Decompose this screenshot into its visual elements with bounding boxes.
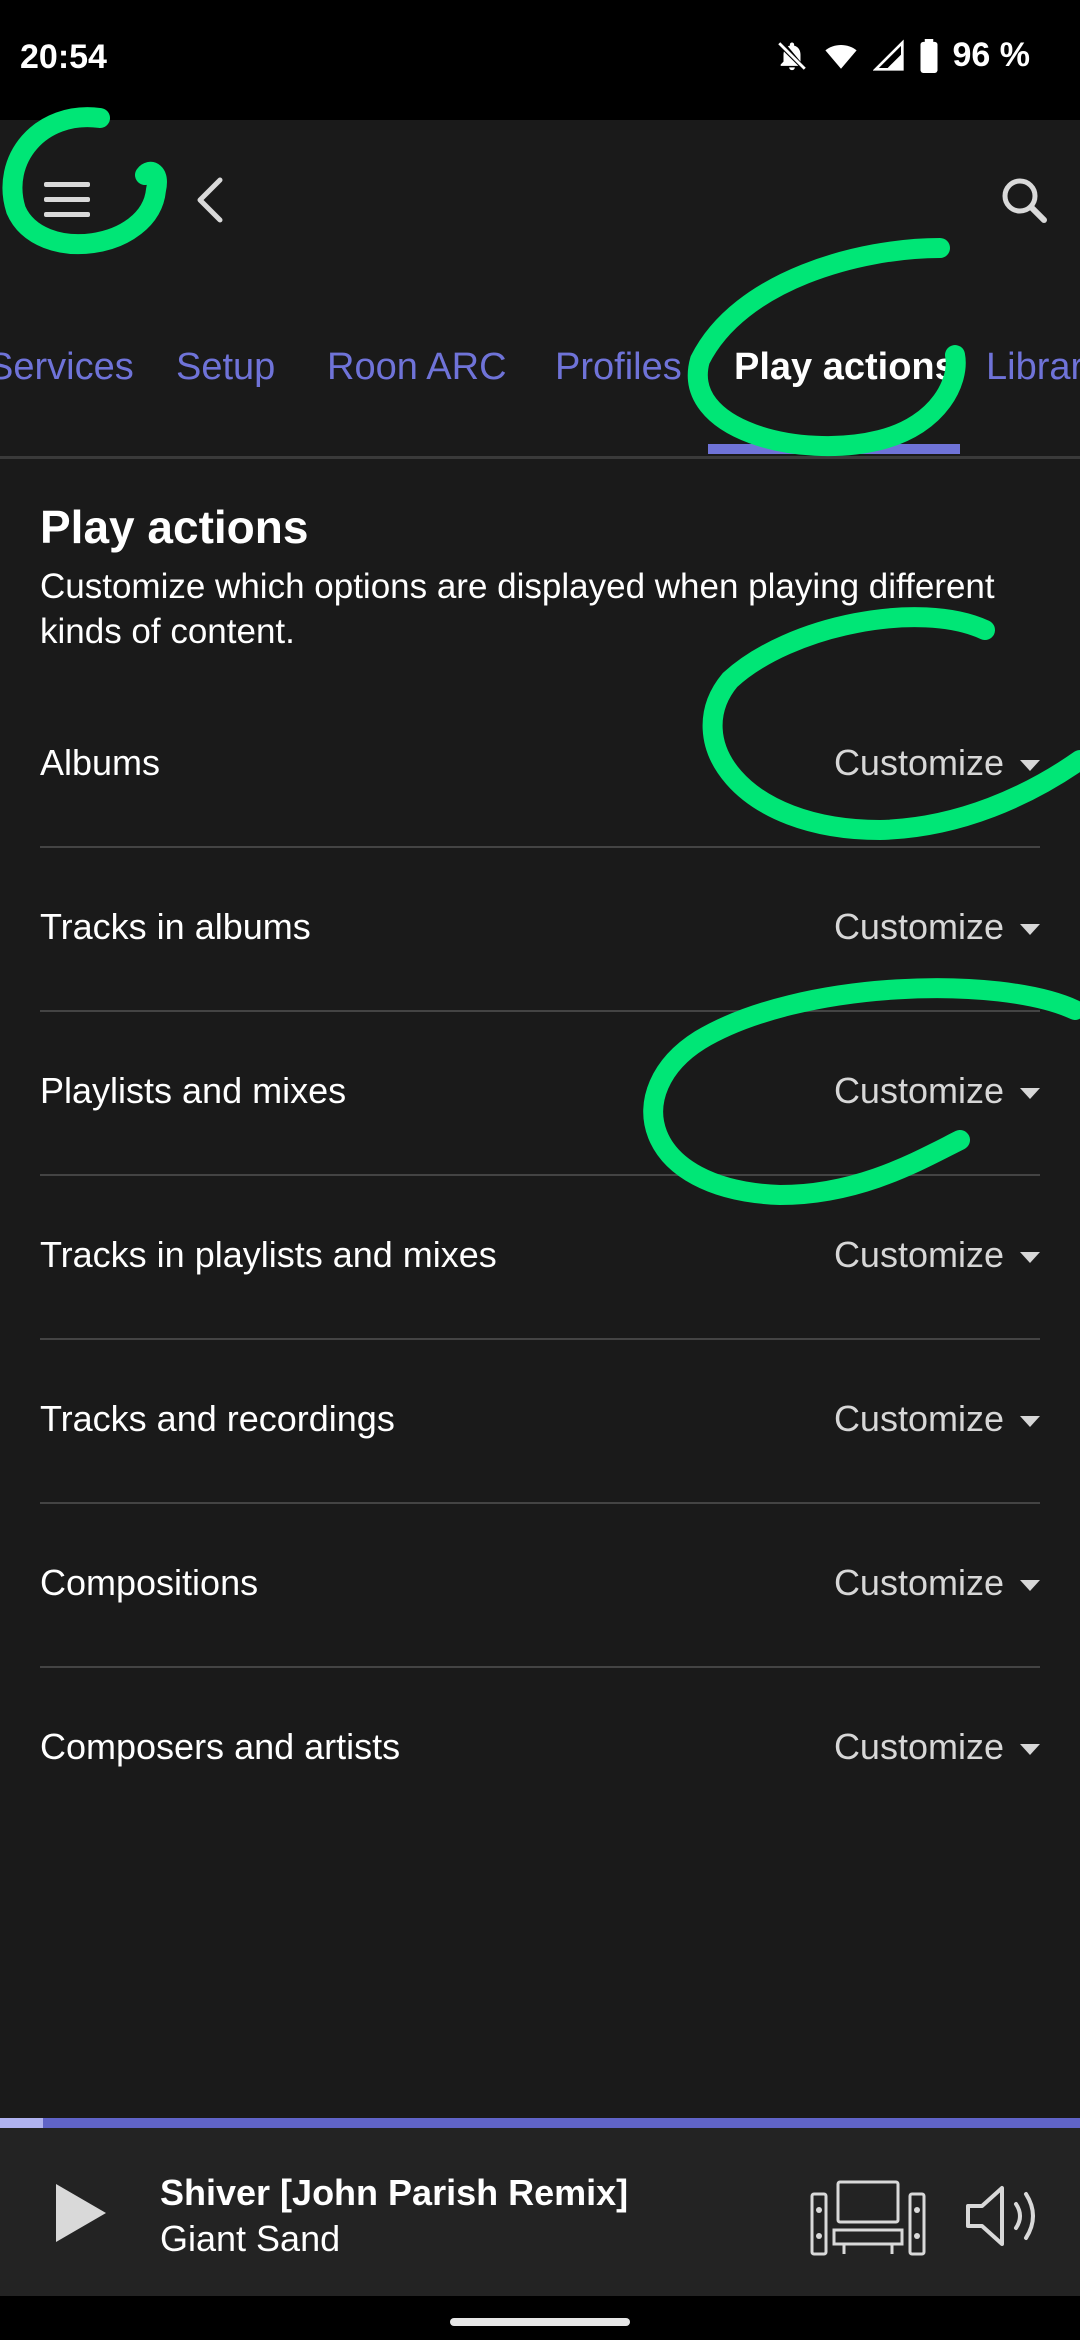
customize-dropdown[interactable]: Customize	[834, 1726, 1040, 1768]
zone-icon[interactable]	[810, 2180, 926, 2256]
row-label: Albums	[40, 742, 161, 783]
section-description: Customize which options are displayed wh…	[40, 567, 995, 651]
status-icons: 96 %	[775, 36, 1031, 75]
tab-library[interactable]: Library	[986, 346, 1080, 389]
status-time: 20:54	[20, 38, 107, 76]
menu-icon[interactable]	[40, 172, 96, 228]
customize-label: Customize	[833, 1234, 1004, 1275]
track-artist: Giant Sand	[160, 2218, 341, 2259]
caret-down-icon	[1020, 1743, 1040, 1755]
wifi-icon	[824, 44, 857, 69]
customize-label: Customize	[833, 1726, 1004, 1767]
tab-profiles[interactable]: Profiles	[555, 346, 682, 389]
list-item: Compositions Customize	[40, 1504, 1040, 1668]
play-actions-list: Albums Customize Tracks in albums Custom…	[40, 684, 1040, 1830]
customize-label: Customize	[833, 742, 1004, 783]
volume-icon[interactable]	[964, 2182, 1044, 2250]
list-item: Composers and artists Customize	[40, 1668, 1040, 1830]
caret-down-icon	[1020, 1087, 1040, 1099]
caret-down-icon	[1020, 1579, 1040, 1591]
active-tab-indicator	[708, 444, 960, 454]
customize-dropdown[interactable]: Customize	[834, 1070, 1040, 1112]
customize-dropdown[interactable]: Customize	[834, 1562, 1040, 1604]
tab-play-actions[interactable]: Play actions	[734, 346, 956, 389]
row-label: Tracks in playlists and mixes	[40, 1234, 497, 1275]
customize-label: Customize	[833, 906, 1004, 947]
customize-label: Customize	[833, 1398, 1004, 1439]
list-item: Albums Customize	[40, 684, 1040, 848]
caret-down-icon	[1020, 923, 1040, 935]
now-playing-bar[interactable]: Shiver [John Parish Remix] Giant Sand	[0, 2128, 1080, 2296]
playback-progress-fill	[0, 2118, 44, 2128]
customize-dropdown[interactable]: Customize	[834, 1398, 1040, 1440]
battery-percent: 96 %	[952, 36, 1031, 74]
app-bar	[0, 120, 1080, 280]
back-icon[interactable]	[190, 176, 230, 224]
settings-tabs: Services Setup Roon ARC Profiles Play ac…	[0, 310, 1080, 459]
play-icon[interactable]	[50, 2180, 110, 2246]
battery-icon	[920, 38, 937, 73]
customize-dropdown[interactable]: Customize	[834, 742, 1040, 784]
caret-down-icon	[1020, 759, 1040, 771]
tab-setup[interactable]: Setup	[176, 346, 275, 389]
signal-icon	[872, 38, 904, 71]
row-label: Tracks and recordings	[40, 1398, 395, 1439]
list-item: Tracks in playlists and mixes Customize	[40, 1176, 1040, 1340]
track-title: Shiver [John Parish Remix]	[160, 2172, 629, 2213]
caret-down-icon	[1020, 1415, 1040, 1427]
section-title: Play actions	[40, 501, 309, 553]
search-icon[interactable]	[996, 172, 1052, 228]
customize-dropdown[interactable]: Customize	[834, 906, 1040, 948]
customize-label: Customize	[833, 1562, 1004, 1603]
row-label: Composers and artists	[40, 1726, 401, 1767]
system-nav-bar	[0, 2296, 1080, 2340]
home-gesture-handle[interactable]	[450, 2318, 630, 2326]
tab-roon-arc[interactable]: Roon ARC	[327, 346, 507, 389]
play-actions-section: Play actions Customize which options are…	[40, 500, 1040, 654]
row-label: Playlists and mixes	[40, 1070, 347, 1111]
row-label: Compositions	[40, 1562, 259, 1603]
customize-dropdown[interactable]: Customize	[834, 1234, 1040, 1276]
caret-down-icon	[1020, 1251, 1040, 1263]
tab-services[interactable]: Services	[0, 346, 134, 389]
list-item: Tracks in albums Customize	[40, 848, 1040, 1012]
status-bar: 20:54 96 %	[0, 0, 1080, 120]
row-label: Tracks in albums	[40, 906, 311, 947]
list-item: Tracks and recordings Customize	[40, 1340, 1040, 1504]
bell-off-icon	[777, 41, 806, 70]
list-item: Playlists and mixes Customize	[40, 1012, 1040, 1176]
playback-progress-bar[interactable]	[0, 2118, 1080, 2128]
customize-label: Customize	[833, 1070, 1004, 1111]
